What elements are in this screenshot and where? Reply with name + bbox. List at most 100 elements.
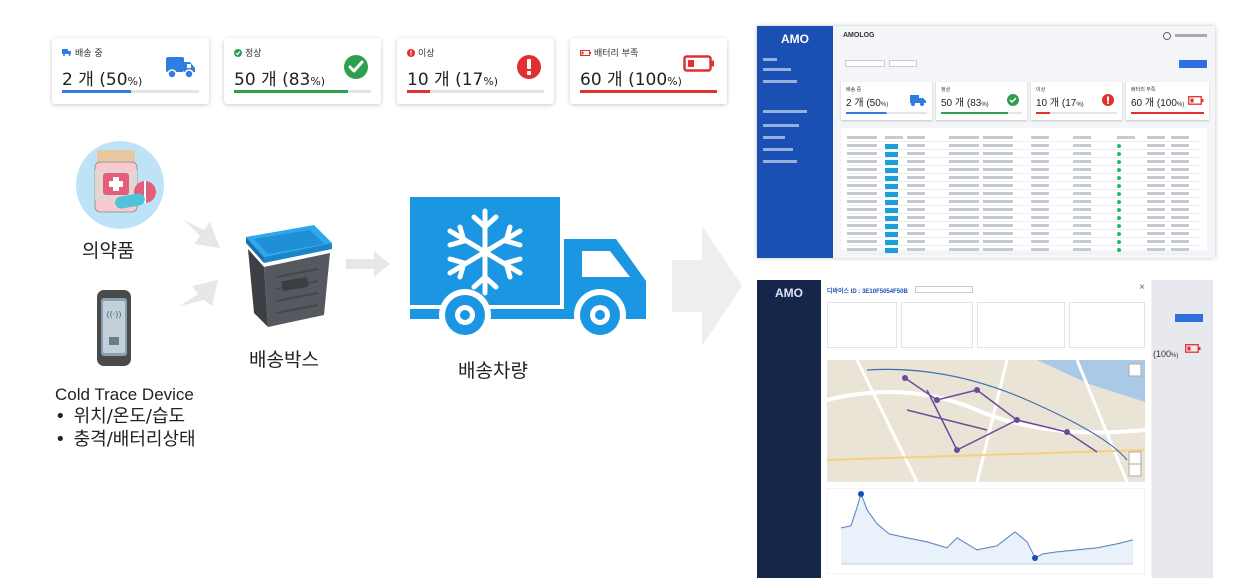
table-cell [983,144,1013,147]
table-cell [1073,240,1091,243]
table-cell [1147,208,1165,211]
alert-circle-icon [1102,94,1114,106]
table-cell [1171,184,1189,187]
status-dot [1117,240,1121,244]
table-cell [1073,192,1091,195]
table-row [847,197,1201,198]
alert-small-icon [407,48,415,57]
table-cell [1073,232,1091,235]
device-select[interactable] [915,286,973,293]
table-cell [983,240,1013,243]
table-row [847,181,1201,182]
table-cell [1147,144,1165,147]
status-badge [885,176,898,181]
table-cell [1171,216,1189,219]
table-cell [847,240,877,243]
stat-progress-fill [62,90,131,93]
table-cell [1171,160,1189,163]
route-map[interactable] [827,360,1145,482]
table-cell [1031,144,1049,147]
table-cell [983,168,1013,171]
status-dot [1117,192,1121,196]
table-row [847,205,1201,206]
table-cell [907,152,925,155]
modal-header: 디바이스 ID : 3E10F5054F50B [827,289,908,295]
table-cell [847,224,877,227]
table-cell [1171,136,1189,139]
truck-small-icon [62,49,71,56]
vehicle-label: 배송차량 [458,360,528,382]
status-dot [1117,248,1121,252]
table-cell [983,160,1013,163]
device-detail-screenshot: AMO (100%) 디바이스 ID : 3E10F5054F50B × [757,280,1213,578]
status-dot [1117,168,1121,172]
table-cell [1031,240,1049,243]
filter-select[interactable] [845,60,885,67]
logo: AMO [775,286,803,300]
table-cell [1147,176,1165,179]
close-icon[interactable]: × [1139,282,1145,293]
table-cell [847,192,877,195]
stat-progress-fill [580,90,717,93]
table-cell [983,136,1013,139]
table-cell [1147,160,1165,163]
refrigerated-truck-icon [410,197,646,341]
table-cell [1147,200,1165,203]
table-cell [949,240,979,243]
table-cell [1147,240,1165,243]
alert-circle-icon [517,55,541,79]
search-button[interactable] [1179,60,1207,68]
table-cell [1171,224,1189,227]
stat-label: 배송 중 [75,49,103,59]
table-cell [949,152,979,155]
tracker-device-icon: ((·)) [97,290,131,366]
table-cell [983,192,1013,195]
table-cell [847,176,877,179]
logo: AMO [781,32,809,46]
table-cell [1031,216,1049,219]
table-cell [1073,248,1091,251]
check-circle-icon [1007,94,1019,106]
table-cell [949,232,979,235]
status-badge [885,184,898,189]
table-cell [1171,168,1189,171]
table-cell [949,136,979,139]
table-cell [1031,152,1049,155]
table-cell [907,200,925,203]
table-cell [847,232,877,235]
table-cell [907,160,925,163]
table-cell [1073,224,1091,227]
table-cell [1171,176,1189,179]
table-cell [983,152,1013,155]
table-cell [907,232,925,235]
table-cell [1031,232,1049,235]
logout-link[interactable] [1175,34,1207,37]
truck-icon [910,95,926,106]
box-label: 배송박스 [249,349,319,371]
filter-select[interactable] [889,60,917,67]
info-panel [1069,302,1145,348]
table-cell [949,216,979,219]
medicine-icon [76,141,164,229]
medicine-label: 의약품 [82,240,135,262]
status-dot [1117,216,1121,220]
status-badge [885,216,898,221]
device-title: Cold Trace Device [55,385,194,404]
table-cell [1117,136,1135,139]
check-small-icon [234,48,242,57]
table-cell [949,168,979,171]
status-badge [885,192,898,197]
table-cell [1171,144,1189,147]
table-row [847,157,1201,158]
stat-progress-bar [580,90,717,93]
table-cell [1031,168,1049,171]
arrow-right-icon [672,226,742,346]
table-cell [1031,136,1049,139]
table-cell [983,208,1013,211]
table-row [847,245,1201,246]
table-cell [1031,208,1049,211]
table-cell [983,248,1013,251]
table-cell [1073,216,1091,219]
table-cell [1147,216,1165,219]
table-cell [1073,176,1091,179]
